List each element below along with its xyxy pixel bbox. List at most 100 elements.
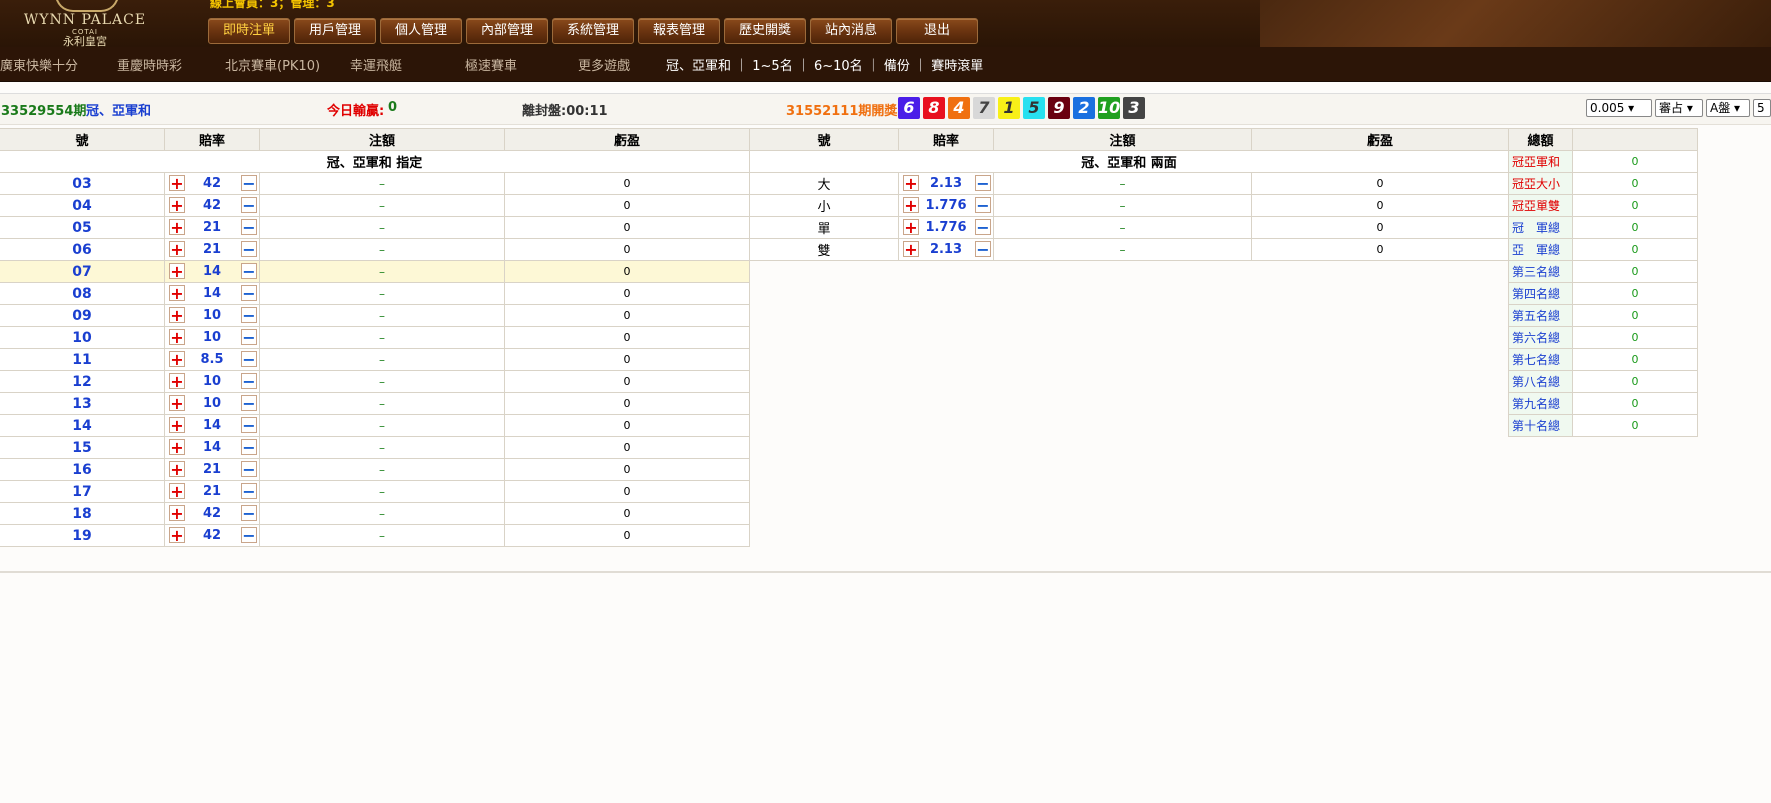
bet-amount: – bbox=[259, 260, 505, 283]
bet-number: 18 bbox=[0, 502, 165, 525]
draw-ball: 3 bbox=[1123, 97, 1145, 119]
total-name[interactable]: 第七名總 bbox=[1508, 348, 1573, 371]
game-tab-4[interactable]: 極速賽車 bbox=[465, 55, 517, 74]
rate-select[interactable]: 0.005 ▾ bbox=[1586, 99, 1652, 117]
minus-icon[interactable]: − bbox=[241, 395, 257, 412]
total-name[interactable]: 冠亞軍和 bbox=[1508, 150, 1573, 173]
total-name[interactable]: 冠亞單雙 bbox=[1508, 194, 1573, 217]
bet-number: 17 bbox=[0, 480, 165, 503]
minus-icon[interactable]: − bbox=[975, 241, 991, 258]
plus-icon[interactable]: + bbox=[169, 351, 185, 368]
nav-button-6[interactable]: 歷史開獎 bbox=[724, 18, 806, 44]
plus-icon[interactable]: + bbox=[169, 285, 185, 302]
plus-icon[interactable]: + bbox=[169, 219, 185, 236]
minus-icon[interactable]: − bbox=[241, 219, 257, 236]
plus-icon[interactable]: + bbox=[169, 439, 185, 456]
minus-icon[interactable]: − bbox=[241, 241, 257, 258]
minus-icon[interactable]: − bbox=[241, 285, 257, 302]
plus-icon[interactable]: + bbox=[903, 175, 919, 192]
minus-icon[interactable]: − bbox=[241, 527, 257, 544]
plus-icon[interactable]: + bbox=[169, 263, 185, 280]
nav-button-0[interactable]: 即時注單 bbox=[208, 18, 290, 44]
bet-amount: – bbox=[259, 480, 505, 503]
plus-icon[interactable]: + bbox=[169, 417, 185, 434]
table-row: 18 +42 − –0 bbox=[0, 502, 750, 525]
share-select[interactable]: 審占 ▾ bbox=[1655, 99, 1703, 117]
total-name[interactable]: 第三名總 bbox=[1508, 260, 1573, 283]
minus-icon[interactable]: − bbox=[975, 197, 991, 214]
minus-icon[interactable]: − bbox=[975, 175, 991, 192]
plus-icon[interactable]: + bbox=[903, 219, 919, 236]
minus-icon[interactable]: − bbox=[241, 175, 257, 192]
plus-icon[interactable]: + bbox=[169, 373, 185, 390]
minus-icon[interactable]: − bbox=[241, 461, 257, 478]
total-value: 0 bbox=[1572, 304, 1698, 327]
plus-icon[interactable]: + bbox=[169, 307, 185, 324]
nav-button-5[interactable]: 報表管理 bbox=[638, 18, 720, 44]
draw-ball: 5 bbox=[1023, 97, 1045, 119]
odds-value: 1.776 bbox=[925, 198, 967, 213]
nav-button-2[interactable]: 個人管理 bbox=[380, 18, 462, 44]
minus-icon[interactable]: − bbox=[241, 307, 257, 324]
minus-icon[interactable]: − bbox=[241, 505, 257, 522]
minus-icon[interactable]: − bbox=[975, 219, 991, 236]
plus-icon[interactable]: + bbox=[169, 461, 185, 478]
odds-cell: +14 − bbox=[164, 282, 260, 305]
plate-select[interactable]: A盤 ▾ bbox=[1706, 99, 1750, 117]
game-tab-5[interactable]: 更多遊戲 bbox=[578, 55, 630, 74]
game-tab-1[interactable]: 重慶時時彩 bbox=[117, 55, 182, 74]
bet-number: 12 bbox=[0, 370, 165, 393]
nav-button-4[interactable]: 系統管理 bbox=[552, 18, 634, 44]
total-name[interactable]: 第四名總 bbox=[1508, 282, 1573, 305]
nav-button-8[interactable]: 退出 bbox=[896, 18, 978, 44]
header-decoration bbox=[1260, 0, 1771, 47]
odds-value: 10 bbox=[202, 330, 222, 345]
odds-cell: +1.776− bbox=[898, 216, 994, 239]
bet-amount: – bbox=[993, 238, 1252, 261]
minus-icon[interactable]: − bbox=[241, 351, 257, 368]
total-name[interactable]: 冠亞大小 bbox=[1508, 172, 1573, 195]
odds-cell: +10 − bbox=[164, 304, 260, 327]
minus-icon[interactable]: − bbox=[241, 483, 257, 500]
game-tab-0[interactable]: 廣東快樂十分 bbox=[0, 55, 78, 74]
game-tab-2[interactable]: 北京賽車(PK10) bbox=[225, 55, 320, 74]
plus-icon[interactable]: + bbox=[903, 241, 919, 258]
plus-icon[interactable]: + bbox=[169, 527, 185, 544]
total-name[interactable]: 亞 軍總 bbox=[1508, 238, 1573, 261]
total-name[interactable]: 冠 軍總 bbox=[1508, 216, 1573, 239]
bet-amount: – bbox=[259, 326, 505, 349]
nav-button-1[interactable]: 用戶管理 bbox=[294, 18, 376, 44]
minus-icon[interactable]: − bbox=[241, 263, 257, 280]
bet-number: 08 bbox=[0, 282, 165, 305]
profit-loss: 0 bbox=[504, 436, 750, 459]
total-name[interactable]: 第九名總 bbox=[1508, 392, 1573, 415]
draw-ball: 9 bbox=[1048, 97, 1070, 119]
minus-icon[interactable]: − bbox=[241, 373, 257, 390]
total-name[interactable]: 第十名總 bbox=[1508, 414, 1573, 437]
plus-icon[interactable]: + bbox=[169, 505, 185, 522]
bet-type-links[interactable]: 冠、亞軍和 ｜ 1~5名 ｜ 6~10名 ｜ 備份 ｜ 賽時滾單 bbox=[666, 55, 983, 74]
game-tab-3[interactable]: 幸運飛艇 bbox=[350, 55, 402, 74]
odds-cell: +2.13− bbox=[898, 238, 994, 261]
plus-icon[interactable]: + bbox=[169, 241, 185, 258]
refresh-select[interactable]: 5秒 bbox=[1753, 99, 1771, 117]
minus-icon[interactable]: − bbox=[241, 417, 257, 434]
total-name[interactable]: 第六名總 bbox=[1508, 326, 1573, 349]
plus-icon[interactable]: + bbox=[169, 329, 185, 346]
plus-icon[interactable]: + bbox=[169, 197, 185, 214]
plus-icon[interactable]: + bbox=[169, 483, 185, 500]
total-name[interactable]: 第五名總 bbox=[1508, 304, 1573, 327]
nav-button-7[interactable]: 站內消息 bbox=[810, 18, 892, 44]
total-value: 0 bbox=[1572, 150, 1698, 173]
total-name[interactable]: 第八名總 bbox=[1508, 370, 1573, 393]
bet-number: 04 bbox=[0, 194, 165, 217]
nav-button-3[interactable]: 內部管理 bbox=[466, 18, 548, 44]
minus-icon[interactable]: − bbox=[241, 197, 257, 214]
minus-icon[interactable]: − bbox=[241, 329, 257, 346]
plus-icon[interactable]: + bbox=[903, 197, 919, 214]
minus-icon[interactable]: − bbox=[241, 439, 257, 456]
col-total: 總額 bbox=[1508, 128, 1573, 151]
plus-icon[interactable]: + bbox=[169, 395, 185, 412]
plus-icon[interactable]: + bbox=[169, 175, 185, 192]
table-row: 17 +21 − –0 bbox=[0, 480, 750, 503]
